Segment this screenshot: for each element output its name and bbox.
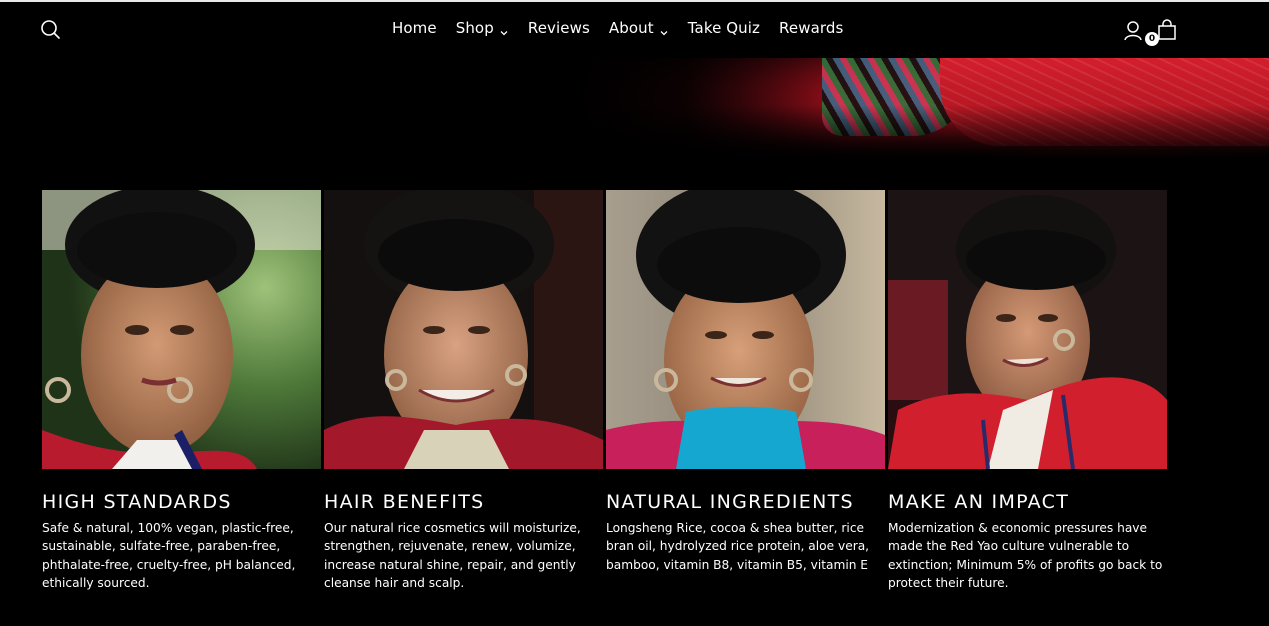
site-header: Home Shop Reviews About Take Quiz Reward…: [0, 2, 1269, 58]
cart-count-badge: 0: [1145, 32, 1159, 46]
page: Home Shop Reviews About Take Quiz Reward…: [0, 0, 1269, 626]
feature-description: Safe & natural, 100% vegan, plastic-free…: [42, 521, 296, 591]
search-icon[interactable]: [40, 19, 62, 41]
chevron-down-icon: [659, 24, 669, 36]
nav-reviews-label: Reviews: [527, 19, 590, 37]
hero-image: [560, 56, 1269, 160]
feature-description: Modernization & economic pressures have …: [888, 521, 1163, 591]
feature-description: Longsheng Rice, cocoa & shea butter, ric…: [606, 521, 870, 572]
nav-reviews[interactable]: Reviews: [528, 19, 590, 37]
feature-card: NATURAL INGREDIENTS Longsheng Rice, coco…: [606, 190, 885, 593]
nav-rewards[interactable]: Rewards: [779, 19, 843, 37]
portrait-image: [606, 190, 885, 469]
chevron-down-icon: [499, 24, 509, 36]
nav-home-label: Home: [392, 19, 437, 37]
nav-shop-label: Shop: [455, 19, 494, 37]
main-nav: Home Shop Reviews About Take Quiz Reward…: [392, 19, 862, 37]
nav-about[interactable]: About: [609, 19, 669, 37]
feature-card: MAKE AN IMPACT Modernization & economic …: [888, 190, 1167, 593]
nav-take-quiz[interactable]: Take Quiz: [688, 19, 760, 37]
nav-shop[interactable]: Shop: [456, 19, 509, 37]
user-icon[interactable]: [1123, 20, 1143, 42]
portrait-image: [324, 190, 603, 469]
feature-title: NATURAL INGREDIENTS: [606, 491, 854, 513]
feature-title: MAKE AN IMPACT: [888, 491, 1070, 513]
feature-grid: HIGH STANDARDS Safe & natural, 100% vega…: [42, 190, 1167, 593]
nav-home[interactable]: Home: [392, 19, 437, 37]
feature-title: HIGH STANDARDS: [42, 491, 232, 513]
feature-card: HIGH STANDARDS Safe & natural, 100% vega…: [42, 190, 321, 593]
nav-about-label: About: [608, 19, 654, 37]
portrait-image: [888, 190, 1167, 469]
portrait-image: [42, 190, 321, 469]
feature-description: Our natural rice cosmetics will moisturi…: [324, 521, 581, 591]
nav-rewards-label: Rewards: [779, 19, 844, 37]
feature-title: HAIR BENEFITS: [324, 491, 485, 513]
hero-red-garment: [940, 56, 1269, 146]
shopping-bag-icon[interactable]: [1157, 19, 1177, 41]
nav-take-quiz-label: Take Quiz: [687, 19, 761, 37]
feature-card: HAIR BENEFITS Our natural rice cosmetics…: [324, 190, 603, 593]
